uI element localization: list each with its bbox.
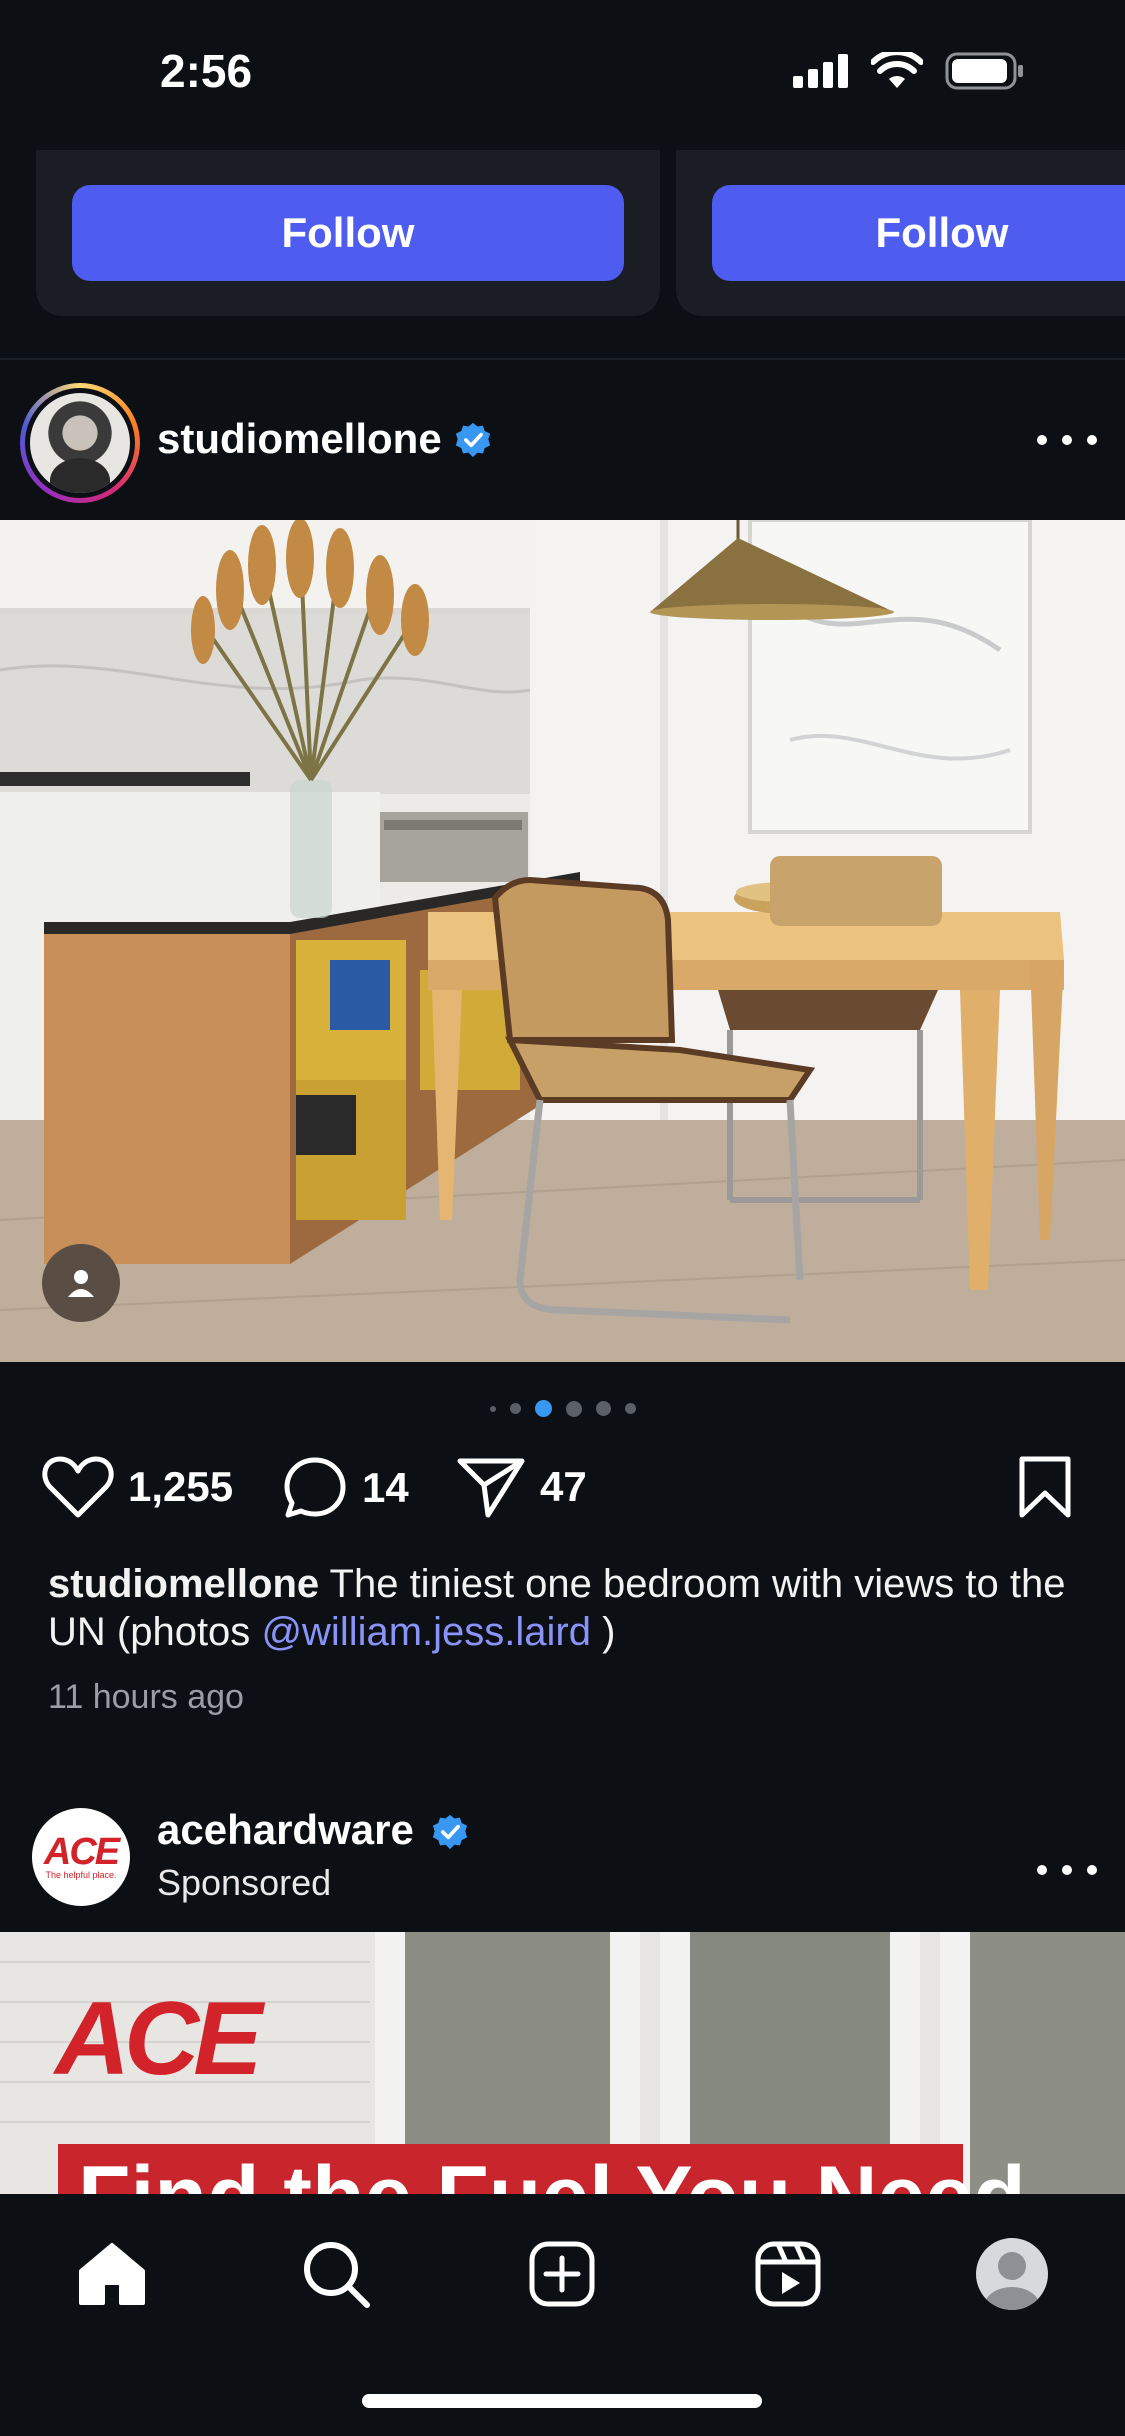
caption-username[interactable]: studiomellone <box>48 1562 319 1606</box>
send-icon[interactable] <box>456 1455 526 1519</box>
search-icon <box>304 2242 370 2308</box>
ad-post-header: ACE The helpful place. acehardware Spons… <box>0 1800 1125 1930</box>
status-icons <box>793 52 1025 90</box>
avatar[interactable] <box>20 383 140 503</box>
bookmark-icon[interactable] <box>1016 1455 1074 1519</box>
post-username[interactable]: studiomellone <box>157 415 442 463</box>
more-options-icon[interactable] <box>1037 420 1097 460</box>
tagged-people-button[interactable] <box>42 1244 120 1322</box>
status-time: 2:56 <box>160 45 253 97</box>
suggested-accounts-strip: Follow Follow <box>0 150 1125 360</box>
ad-username[interactable]: acehardware <box>157 1806 414 1854</box>
tab-create[interactable] <box>522 2234 602 2314</box>
status-bar: 2:56 <box>0 0 1125 150</box>
save-action <box>1016 1455 1074 1519</box>
battery-icon <box>945 52 1023 90</box>
post-image[interactable] <box>0 520 1125 1362</box>
follow-button[interactable]: Follow <box>72 185 624 281</box>
tab-search[interactable] <box>296 2234 376 2314</box>
ad-image-logo: ACE <box>55 1981 263 2097</box>
heart-icon[interactable] <box>42 1455 114 1519</box>
ad-avatar[interactable]: ACE The helpful place. <box>32 1808 130 1906</box>
home-indicator[interactable] <box>362 2394 762 2408</box>
verified-badge-icon <box>455 422 491 458</box>
follow-button[interactable]: Follow <box>712 185 1125 281</box>
instagram-feed: 2:56 Follow Follow studiomellone 1,255 1… <box>0 0 1125 2436</box>
wifi-icon <box>871 52 923 88</box>
verified-badge-icon <box>432 1814 468 1850</box>
tab-reels[interactable] <box>748 2234 828 2314</box>
carousel-dot <box>509 1403 521 1414</box>
post-caption: studiomellone The tiniest one bedroom wi… <box>48 1560 1078 1656</box>
ad-avatar-logo-text: ACE <box>43 1831 120 1873</box>
like-action: 1,255 <box>42 1455 233 1519</box>
sponsored-label: Sponsored <box>157 1862 332 1903</box>
more-options-icon[interactable] <box>1037 1850 1097 1890</box>
post-header: studiomellone <box>0 370 1125 510</box>
comments-count: 14 <box>362 1464 409 1511</box>
suggestion-card: Follow <box>676 150 1125 316</box>
carousel-dot <box>489 1405 496 1412</box>
shares-count: 47 <box>540 1463 587 1510</box>
post-timestamp: 11 hours ago <box>48 1678 244 1716</box>
suggestion-card: Follow <box>36 150 660 316</box>
carousel-dot <box>624 1403 636 1414</box>
avatar-photo <box>30 393 130 493</box>
carousel-dot <box>565 1400 582 1417</box>
tab-home[interactable] <box>72 2234 152 2314</box>
ad-image[interactable]: ACE Find the Fuel You Need <box>0 1932 1125 2194</box>
likes-count[interactable]: 1,255 <box>128 1463 233 1511</box>
ad-banner-text: Find the Fuel You Need <box>78 2148 1026 2194</box>
home-icon <box>79 2243 145 2305</box>
create-icon <box>529 2241 595 2307</box>
ad-avatar-tagline: The helpful place. <box>45 1870 117 1880</box>
carousel-dot <box>595 1401 611 1416</box>
cellular-signal-icon <box>793 54 848 88</box>
comment-icon[interactable] <box>282 1455 348 1521</box>
tab-profile[interactable] <box>972 2234 1052 2314</box>
caption-mention-link[interactable]: @william.jess.laird <box>261 1610 591 1654</box>
share-action: 47 <box>456 1455 587 1519</box>
caption-tail: ) <box>602 1610 616 1654</box>
reels-icon <box>755 2241 821 2307</box>
post-actions: 1,255 14 47 <box>0 1455 1125 1525</box>
comment-action: 14 <box>282 1455 409 1521</box>
kitchen-photo <box>0 520 1125 1362</box>
person-icon <box>68 1270 94 1297</box>
carousel-indicator <box>0 1400 1125 1417</box>
profile-icon <box>976 2238 1048 2310</box>
carousel-dot-active <box>534 1400 552 1417</box>
